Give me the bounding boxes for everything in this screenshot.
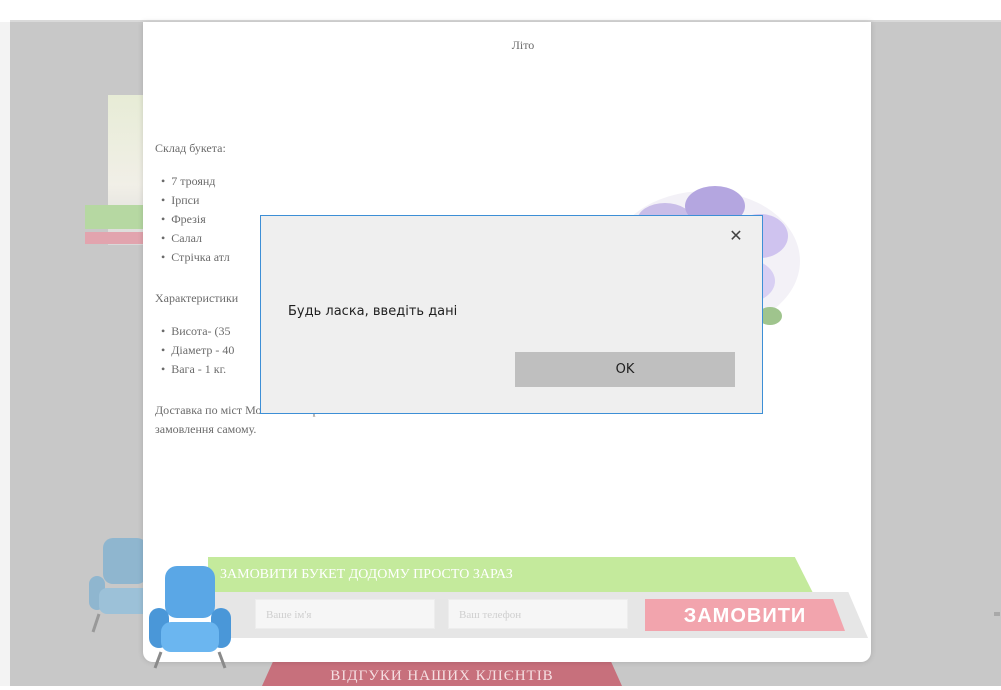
background-green-button (85, 205, 150, 229)
order-banner-text: ЗАМОВИТИ БУКЕТ ДОДОМУ ПРОСТО ЗАРАЗ (220, 567, 513, 582)
scrollbar-marker (994, 612, 1000, 616)
phone-input[interactable]: Ваш телефон (448, 599, 628, 629)
alert-dialog: ✕ Будь ласка, введіть дані OK (260, 215, 763, 414)
ok-button[interactable]: OK (515, 352, 735, 387)
list-item: 7 троянд (161, 172, 385, 191)
composition-heading: Склад букета: (155, 141, 226, 155)
close-icon[interactable]: ✕ (726, 226, 746, 246)
background-pink-button (85, 232, 150, 244)
order-banner: ЗАМОВИТИ БУКЕТ ДОДОМУ ПРОСТО ЗАРАЗ (208, 557, 813, 593)
list-item: Ірпси (161, 191, 385, 210)
order-button[interactable]: ЗАМОВИТИ (645, 599, 845, 631)
name-input[interactable]: Ваше ім'я (255, 599, 435, 629)
reviews-banner: ВІДГУКИ НАШИХ КЛІЄНТІВ (262, 662, 622, 686)
product-title: Літо (511, 38, 535, 52)
alert-message: Будь ласка, введіть дані (288, 304, 458, 319)
armchair-icon (149, 566, 231, 669)
page-left-strip (0, 22, 10, 686)
